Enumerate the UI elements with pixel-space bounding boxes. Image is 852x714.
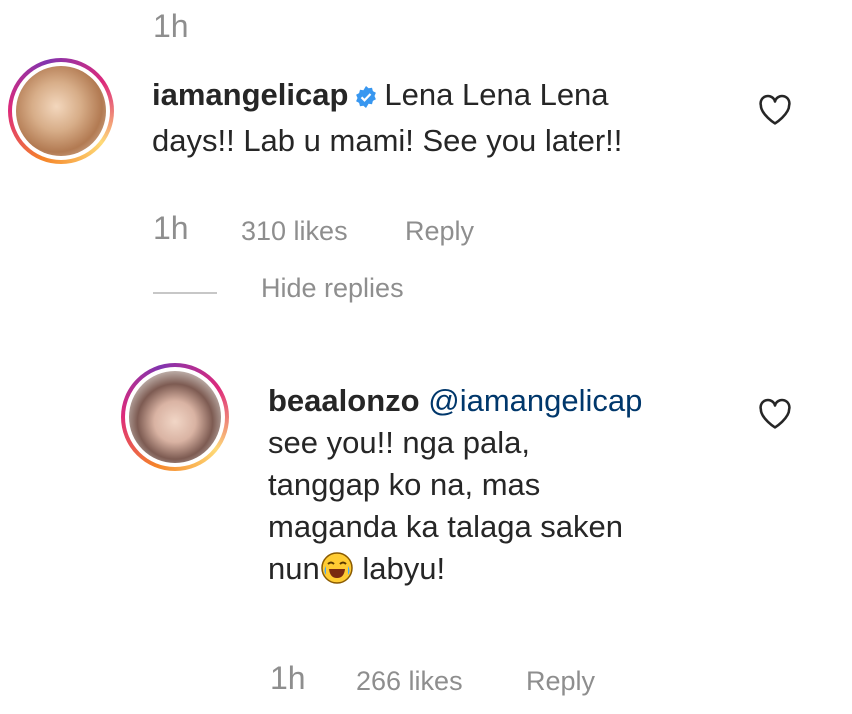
avatar-photo [16, 66, 106, 156]
reply-time: 1h [270, 660, 306, 696]
reply-text-line4-prefix: nun [268, 551, 320, 586]
verified-badge-icon [354, 78, 378, 120]
comment-time: 1h [153, 210, 189, 246]
reply-button[interactable]: Reply [526, 666, 595, 697]
avatar[interactable] [121, 363, 229, 471]
reply-text-line4-suffix: labyu! [353, 551, 446, 586]
replies-divider [153, 292, 217, 294]
avatar-photo [129, 371, 221, 463]
mention-link[interactable]: @iamangelicap [428, 383, 642, 418]
reply-text-line3: maganda ka talaga saken [268, 509, 624, 544]
heart-outline-icon[interactable] [758, 398, 792, 435]
timestamp: 1h [153, 8, 189, 44]
reply-button[interactable]: Reply [405, 216, 474, 247]
comment-body: iamangelicap Lena Lena Lena days!! Lab u … [152, 74, 712, 162]
comment-username[interactable]: iamangelicap [152, 77, 348, 112]
reply-text-line2: tanggap ko na, mas [268, 467, 541, 502]
reply-likes[interactable]: 266 likes [356, 666, 463, 697]
reply-body: beaalonzo @iamangelicap see you!! nga pa… [268, 380, 738, 596]
reply-username[interactable]: beaalonzo [268, 383, 420, 418]
comment-meta: 1h [153, 210, 189, 247]
laughing-emoji-icon [320, 551, 354, 596]
reply-text-line1: see you!! nga pala, [268, 425, 530, 460]
comment-likes[interactable]: 310 likes [241, 216, 348, 247]
comment-text-line1: Lena Lena Lena [384, 77, 609, 112]
hide-replies-button[interactable]: Hide replies [261, 273, 404, 304]
heart-outline-icon[interactable] [758, 94, 792, 131]
reply-meta: 1h [270, 660, 306, 697]
comment-text-line2: days!! Lab u mami! See you later!! [152, 123, 623, 158]
avatar[interactable] [8, 58, 114, 164]
